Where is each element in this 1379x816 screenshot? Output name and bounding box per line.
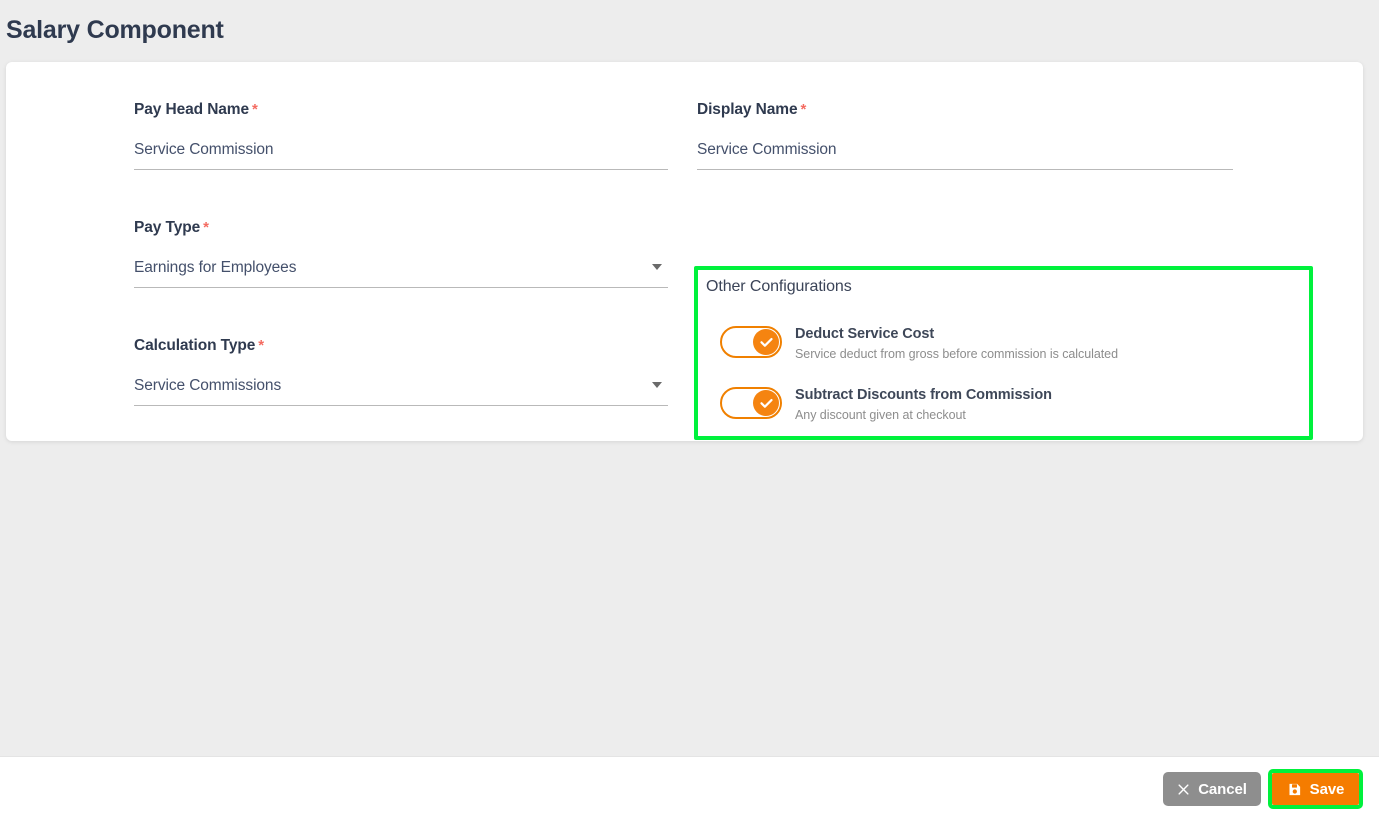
pay-head-name-value: Service Commission: [134, 141, 274, 158]
other-configurations-panel: Other Configurations Deduct Service Cost…: [694, 266, 1313, 440]
label-text: Calculation Type: [134, 337, 256, 354]
label-display-name: Display Name *: [697, 100, 1239, 120]
form-right-column: Display Name * Service Commission: [697, 100, 1239, 170]
label-pay-type: Pay Type *: [134, 218, 668, 238]
form-left-column: Pay Head Name * Service Commission Pay Ty…: [134, 100, 668, 406]
pay-type-select[interactable]: Earnings for Employees: [134, 258, 668, 288]
field-pay-type: Pay Type * Earnings for Employees: [134, 218, 668, 288]
label-calculation-type: Calculation Type *: [134, 336, 668, 356]
toggle-subtract-discounts-from-commission[interactable]: [720, 387, 782, 419]
toggle-title: Subtract Discounts from Commission: [795, 387, 1052, 403]
calculation-type-select[interactable]: Service Commissions: [134, 376, 668, 406]
calculation-type-value: Service Commissions: [134, 377, 282, 394]
toggle-text-subtract-discounts: Subtract Discounts from Commission Any d…: [795, 386, 1052, 424]
toggle-description: Service deduct from gross before commiss…: [795, 347, 1118, 361]
check-icon: [753, 329, 779, 355]
save-button-highlight: Save: [1268, 769, 1363, 809]
save-disk-icon: [1287, 782, 1302, 797]
toggle-deduct-service-cost[interactable]: [720, 326, 782, 358]
label-text: Display Name: [697, 101, 798, 118]
save-button-label: Save: [1309, 780, 1345, 798]
field-pay-head-name: Pay Head Name * Service Commission: [134, 100, 668, 170]
toggle-row-deduct-service-cost: Deduct Service Cost Service deduct from …: [720, 325, 1118, 363]
page-title: Salary Component: [6, 16, 224, 44]
field-display-name: Display Name * Service Commission: [697, 100, 1239, 170]
cancel-button[interactable]: Cancel: [1163, 772, 1261, 806]
cancel-button-label: Cancel: [1198, 780, 1247, 798]
toggle-description: Any discount given at checkout: [795, 408, 966, 422]
label-text: Pay Type: [134, 219, 201, 236]
required-asterisk: *: [203, 219, 209, 236]
display-name-value: Service Commission: [697, 141, 837, 158]
save-button[interactable]: Save: [1272, 773, 1359, 805]
required-asterisk: *: [800, 101, 807, 118]
field-calculation-type: Calculation Type * Service Commissions: [134, 336, 668, 406]
label-pay-head-name: Pay Head Name *: [134, 100, 668, 120]
toggle-row-subtract-discounts: Subtract Discounts from Commission Any d…: [720, 386, 1052, 424]
chevron-down-icon: [652, 264, 662, 270]
required-asterisk: *: [252, 101, 258, 118]
chevron-down-icon: [652, 382, 662, 388]
pay-type-value: Earnings for Employees: [134, 259, 297, 276]
other-configurations-title: Other Configurations: [706, 278, 852, 295]
salary-component-card: Pay Head Name * Service Commission Pay Ty…: [6, 62, 1363, 441]
check-icon: [753, 390, 779, 416]
pay-head-name-input[interactable]: Service Commission: [134, 140, 668, 170]
label-text: Pay Head Name: [134, 101, 250, 118]
toggle-title: Deduct Service Cost: [795, 326, 935, 342]
toggle-text-deduct-service-cost: Deduct Service Cost Service deduct from …: [795, 325, 1118, 363]
required-asterisk: *: [258, 337, 265, 354]
display-name-input[interactable]: Service Commission: [697, 140, 1233, 170]
close-icon: [1177, 783, 1190, 796]
